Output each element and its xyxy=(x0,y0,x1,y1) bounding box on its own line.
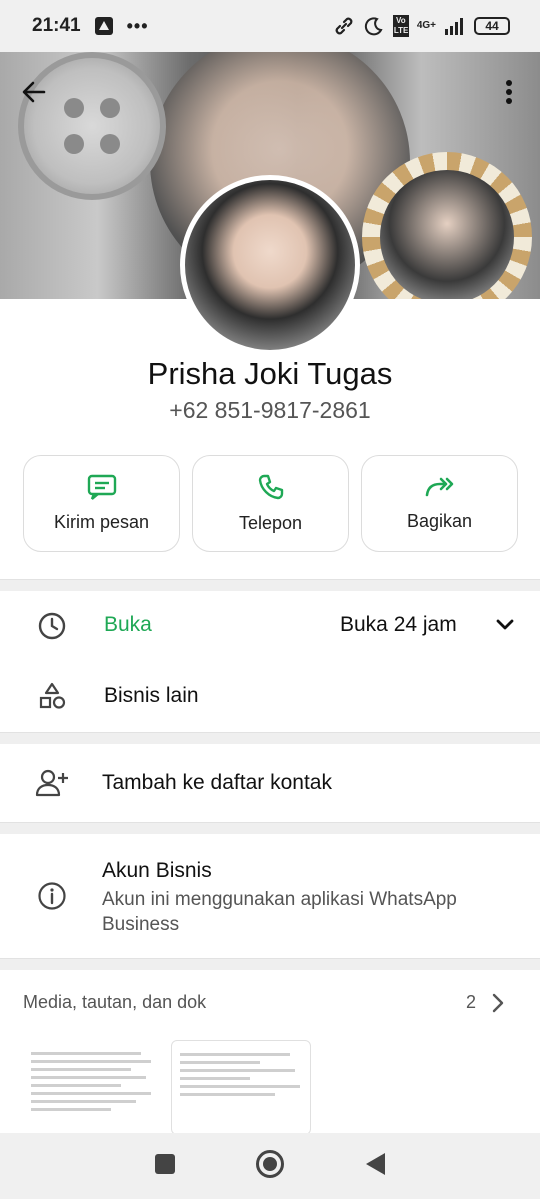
shapes-icon xyxy=(34,678,70,714)
share-label: Bagikan xyxy=(406,511,473,531)
add-contact-label: Tambah ke daftar kontak xyxy=(102,771,332,794)
share-icon xyxy=(425,477,453,497)
section-divider xyxy=(0,822,540,834)
business-account-title: Akun Bisnis xyxy=(102,859,212,882)
share-button[interactable]: Bagikan xyxy=(361,455,518,552)
add-contact-row[interactable]: Tambah ke daftar kontak xyxy=(0,744,540,822)
send-message-label: Kirim pesan xyxy=(53,512,150,532)
other-business-row[interactable]: Bisnis lain xyxy=(0,660,540,732)
section-divider xyxy=(0,579,540,591)
triangle-back-icon xyxy=(365,1152,385,1175)
media-thumbnail[interactable] xyxy=(23,1040,163,1135)
chevron-down-icon[interactable] xyxy=(494,616,516,639)
notification-app-icon xyxy=(93,15,115,37)
recent-apps-button[interactable] xyxy=(154,1153,176,1180)
home-circle-icon xyxy=(255,1149,284,1178)
info-icon xyxy=(34,878,70,914)
hours-detail: Buka 24 jam xyxy=(340,613,457,636)
arrow-left-icon xyxy=(22,81,46,103)
business-account-description: Akun ini menggunakan aplikasi WhatsApp B… xyxy=(102,889,457,935)
navigation-bar xyxy=(0,1133,540,1199)
avatar[interactable] xyxy=(180,175,360,355)
network-type: 4G+ xyxy=(416,20,436,31)
section-divider xyxy=(0,732,540,744)
status-time: 21:41 xyxy=(32,15,81,36)
home-button[interactable] xyxy=(255,1149,285,1184)
add-person-icon xyxy=(34,765,70,801)
signal-icon xyxy=(444,15,466,37)
call-button[interactable]: Telepon xyxy=(192,455,349,552)
hours-status: Buka xyxy=(104,613,152,636)
more-vert-icon xyxy=(506,80,512,104)
call-label: Telepon xyxy=(238,513,303,533)
media-thumbnail[interactable] xyxy=(171,1040,311,1135)
do-not-disturb-moon-icon xyxy=(363,15,385,37)
send-message-button[interactable]: Kirim pesan xyxy=(23,455,180,552)
media-section-title[interactable]: Media, tautan, dan dok xyxy=(23,992,206,1013)
business-hours-row[interactable]: Buka Buka 24 jam xyxy=(0,592,540,660)
profile-name: Prisha Joki Tugas xyxy=(147,356,393,391)
square-icon xyxy=(155,1153,176,1174)
business-account-row[interactable]: Akun Bisnis Akun ini menggunakan aplikas… xyxy=(0,834,540,958)
back-button[interactable] xyxy=(16,74,52,110)
section-divider xyxy=(0,958,540,970)
volte-label: Vo LTE xyxy=(392,15,409,37)
action-buttons: Kirim pesan Telepon Bagikan xyxy=(23,455,518,552)
link-icon xyxy=(333,15,355,37)
battery-indicator: 44 xyxy=(474,17,510,35)
chevron-right-icon[interactable] xyxy=(490,992,506,1019)
message-icon xyxy=(87,474,116,500)
status-bar: 21:41 ••• Vo LTE 4G+ 44 xyxy=(0,0,540,52)
phone-icon xyxy=(258,474,283,500)
back-nav-button[interactable] xyxy=(364,1151,386,1182)
clock-icon xyxy=(34,608,70,644)
more-options-button[interactable] xyxy=(494,74,524,110)
profile-phone: +62 851-9817-2861 xyxy=(169,397,371,423)
other-business-label: Bisnis lain xyxy=(104,684,199,707)
more-notifications-icon: ••• xyxy=(126,15,149,36)
media-count[interactable]: 2 xyxy=(466,992,476,1013)
